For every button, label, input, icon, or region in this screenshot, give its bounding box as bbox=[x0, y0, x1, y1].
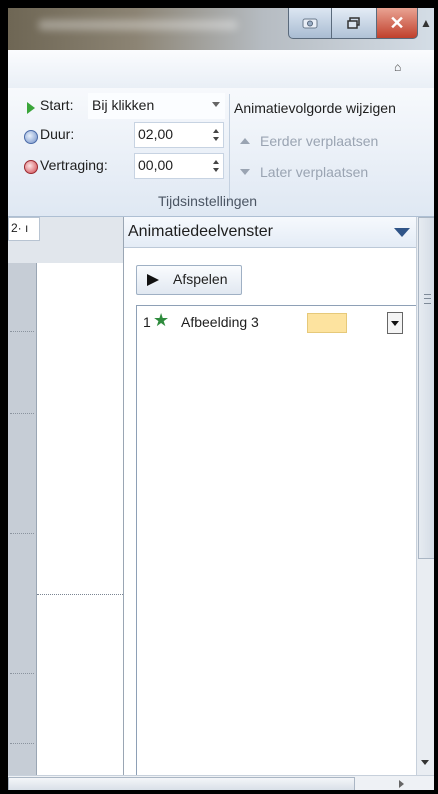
guide-line bbox=[10, 413, 34, 414]
scrollbar-thumb[interactable] bbox=[8, 777, 355, 790]
ribbon-timing-group: Start: Bij klikken Duur: 02,00 Vertragin… bbox=[8, 88, 434, 217]
decrement-icon[interactable] bbox=[213, 168, 219, 172]
move-down-icon bbox=[240, 169, 250, 175]
close-icon: ✕ bbox=[389, 12, 405, 33]
entrance-effect-star-icon: ★ bbox=[153, 310, 170, 330]
move-later-button[interactable]: Later verplaatsen bbox=[260, 164, 368, 180]
animation-pane-header: Animatiedeelvenster bbox=[124, 217, 416, 248]
play-button[interactable]: Afspelen bbox=[136, 265, 242, 295]
close-button[interactable]: ✕ bbox=[376, 8, 418, 39]
increment-icon[interactable] bbox=[213, 160, 219, 164]
title-bar-glass bbox=[38, 20, 238, 30]
powerpoint-window: ✕ ▲ ⌂ Start: Bij klikken Duur: 02,00 Ver… bbox=[8, 8, 434, 790]
minimize-ribbon-icon[interactable]: ⌂ bbox=[394, 60, 401, 74]
increment-icon[interactable] bbox=[213, 129, 219, 133]
reorder-title: Animatievolgorde wijzigen bbox=[234, 100, 396, 116]
chevron-down-icon bbox=[212, 102, 220, 107]
chevron-up-icon[interactable]: ▲ bbox=[420, 16, 432, 30]
chevron-down-icon bbox=[391, 321, 399, 326]
restore-icon bbox=[347, 17, 360, 29]
start-dropdown[interactable]: Bij klikken bbox=[88, 93, 225, 119]
play-icon bbox=[147, 274, 159, 286]
scroll-down-icon[interactable] bbox=[421, 760, 429, 765]
animation-item-number: 1 bbox=[143, 314, 151, 330]
restore-button[interactable] bbox=[331, 8, 377, 39]
guide-line bbox=[10, 533, 34, 534]
move-up-icon bbox=[240, 138, 250, 144]
ribbon-tab-strip bbox=[8, 50, 434, 89]
animation-pane: Animatiedeelvenster Afspelen 1 ★ Afbeeld… bbox=[124, 217, 417, 776]
start-play-icon bbox=[27, 102, 35, 114]
delay-clock-icon bbox=[24, 160, 38, 174]
item-options-dropdown[interactable] bbox=[387, 312, 403, 334]
pane-options-icon[interactable] bbox=[394, 228, 410, 237]
ruler: 2· ı bbox=[8, 217, 40, 241]
animation-list: 1 ★ Afbeelding 3 bbox=[136, 305, 417, 776]
duration-label: Duur: bbox=[40, 126, 75, 142]
duration-value: 02,00 bbox=[138, 126, 174, 142]
scrollbar-thumb[interactable] bbox=[418, 217, 434, 559]
animation-pane-title: Animatiedeelvenster bbox=[128, 223, 273, 240]
scroll-right-icon[interactable] bbox=[399, 780, 404, 788]
decrement-icon[interactable] bbox=[213, 137, 219, 141]
camera-icon bbox=[302, 18, 318, 29]
guide-line bbox=[10, 743, 34, 744]
start-label: Start: bbox=[40, 97, 74, 113]
animation-item-name: Afbeelding 3 bbox=[181, 314, 259, 330]
play-button-label: Afspelen bbox=[173, 271, 228, 287]
grip-icon bbox=[424, 294, 431, 304]
move-earlier-button[interactable]: Eerder verplaatsen bbox=[260, 133, 378, 149]
horizontal-scrollbar[interactable] bbox=[8, 775, 434, 790]
guide-line bbox=[10, 673, 34, 674]
animation-item[interactable]: 1 ★ Afbeelding 3 bbox=[141, 310, 417, 334]
delay-label: Vertraging: bbox=[40, 157, 108, 173]
group-label: Tijdsinstellingen bbox=[158, 193, 258, 209]
delay-stepper[interactable]: 00,00 bbox=[134, 153, 224, 179]
start-value: Bij klikken bbox=[92, 97, 155, 113]
slide-canvas[interactable] bbox=[8, 263, 36, 775]
snapshot-button[interactable] bbox=[288, 8, 332, 39]
duration-stepper[interactable]: 02,00 bbox=[134, 122, 224, 148]
title-bar: ✕ ▲ bbox=[8, 8, 434, 50]
guide-line bbox=[10, 331, 34, 332]
ruler-marker: 2· ı bbox=[11, 221, 29, 235]
duration-clock-icon bbox=[24, 130, 38, 144]
delay-value: 00,00 bbox=[138, 157, 174, 173]
group-divider bbox=[229, 94, 230, 202]
vertical-scrollbar[interactable] bbox=[416, 217, 434, 775]
timing-bar[interactable] bbox=[307, 313, 347, 333]
slide-margin bbox=[36, 263, 124, 775]
guide-line bbox=[37, 594, 123, 595]
